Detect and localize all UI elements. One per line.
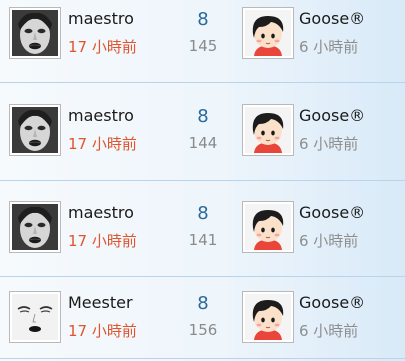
last-poster-name[interactable]: Meester (68, 293, 133, 312)
cartoon-boy-avatar-icon (245, 294, 291, 340)
reply-count: 8 (197, 203, 209, 224)
row-divider (0, 276, 405, 277)
last-poster-avatar[interactable] (9, 201, 61, 253)
author-post-time: 6 小時前 (299, 135, 359, 153)
author-post-time: 6 小時前 (299, 232, 359, 250)
cartoon-boy-avatar-icon (245, 204, 291, 250)
author-avatar[interactable] (242, 104, 294, 156)
author-avatar[interactable] (242, 201, 294, 253)
woman-dark-lips-avatar-icon (12, 204, 58, 250)
woman-dark-lips-avatar-icon (12, 10, 58, 56)
author-name[interactable]: Goose® (299, 203, 365, 222)
view-count: 141 (188, 231, 218, 249)
author-avatar[interactable] (242, 291, 294, 343)
thread-row: maestro 17 小時前 8 145 Goose® 6 小時前 (0, 0, 405, 82)
row-divider (0, 82, 405, 83)
author-name[interactable]: Goose® (299, 106, 365, 125)
cartoon-boy-avatar-icon (245, 107, 291, 153)
last-poster-avatar[interactable] (9, 104, 61, 156)
reply-count: 8 (197, 106, 209, 127)
last-poster-name[interactable]: maestro (68, 106, 134, 125)
last-poster-name[interactable]: maestro (68, 9, 134, 28)
sketch-face-avatar-icon (12, 294, 58, 340)
last-post-time: 17 小時前 (68, 322, 137, 340)
thread-row: Meester 17 小時前 8 156 Goose® 6 小時前 (0, 284, 405, 361)
thread-row: maestro 17 小時前 8 144 Goose® 6 小時前 (0, 97, 405, 179)
cartoon-boy-avatar-icon (245, 10, 291, 56)
author-avatar[interactable] (242, 7, 294, 59)
last-poster-avatar[interactable] (9, 7, 61, 59)
view-count: 145 (188, 37, 218, 55)
view-count: 144 (188, 134, 218, 152)
thread-row: maestro 17 小時前 8 141 Goose® 6 小時前 (0, 194, 405, 276)
last-poster-avatar[interactable] (9, 291, 61, 343)
last-post-time: 17 小時前 (68, 38, 137, 56)
last-post-time: 17 小時前 (68, 135, 137, 153)
last-post-time: 17 小時前 (68, 232, 137, 250)
author-post-time: 6 小時前 (299, 38, 359, 56)
author-name[interactable]: Goose® (299, 293, 365, 312)
row-divider (0, 358, 405, 359)
reply-count: 8 (197, 293, 209, 314)
view-count: 156 (188, 321, 218, 339)
woman-dark-lips-avatar-icon (12, 107, 58, 153)
reply-count: 8 (197, 9, 209, 30)
author-name[interactable]: Goose® (299, 9, 365, 28)
author-post-time: 6 小時前 (299, 322, 359, 340)
last-poster-name[interactable]: maestro (68, 203, 134, 222)
row-divider (0, 180, 405, 181)
